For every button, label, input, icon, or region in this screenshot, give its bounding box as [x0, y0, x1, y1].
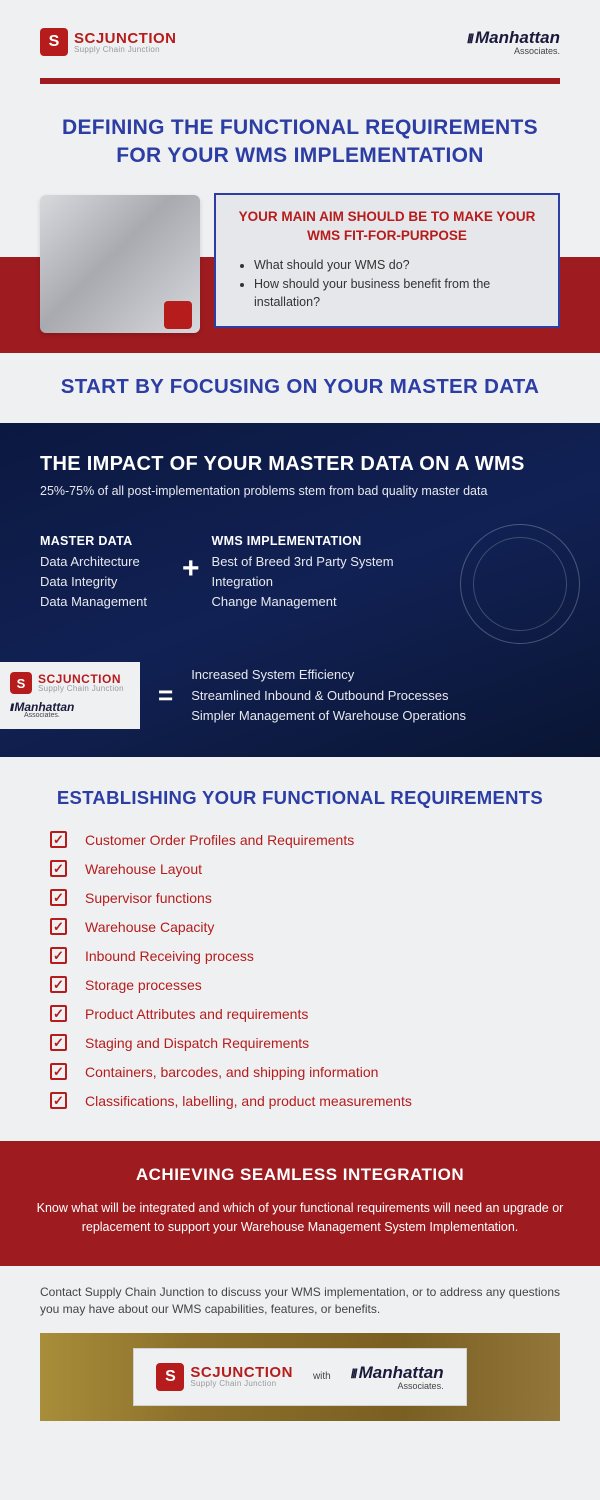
requirement-item: ✓ Storage processes	[50, 970, 550, 999]
integration-section: ACHIEVING SEAMLESS INTEGRATION Know what…	[0, 1141, 600, 1266]
check-icon: ✓	[50, 947, 67, 964]
requirements-list: ✓ Customer Order Profiles and Requirement…	[0, 825, 600, 1141]
check-icon: ✓	[50, 1092, 67, 1109]
impact-stat: 25%-75% of all post-implementation probl…	[40, 484, 560, 498]
check-icon: ✓	[50, 1063, 67, 1080]
aim-callout: YOUR MAIN AIM SHOULD BE TO MAKE YOUR WMS…	[214, 193, 560, 328]
footer-manhattan-logo: Manhattan Associates.	[351, 1363, 444, 1391]
requirement-item: ✓ Warehouse Capacity	[50, 912, 550, 941]
requirement-item: ✓ Containers, barcodes, and shipping info…	[50, 1057, 550, 1086]
scj-logo-tagline: Supply Chain Junction	[74, 46, 177, 54]
requirement-item: ✓ Customer Order Profiles and Requirement…	[50, 825, 550, 854]
impact-section: THE IMPACT OF YOUR MASTER DATA ON A WMS …	[0, 423, 600, 757]
manhattan-logo-name: Manhattan	[467, 28, 560, 47]
aim-bullet: How should your business benefit from th…	[254, 275, 542, 313]
manhattan-logo: Manhattan Associates.	[467, 28, 560, 56]
footer-scj-logo: S SCJUNCTION Supply Chain Junction	[156, 1363, 293, 1391]
scj-logo-mark: S	[40, 28, 68, 56]
requirement-label: Inbound Receiving process	[85, 948, 254, 964]
aim-heading: YOUR MAIN AIM SHOULD BE TO MAKE YOUR WMS…	[232, 207, 542, 246]
integration-body: Know what will be integrated and which o…	[36, 1199, 564, 1238]
requirement-label: Containers, barcodes, and shipping infor…	[85, 1064, 378, 1080]
requirement-label: Warehouse Capacity	[85, 919, 214, 935]
master-data-heading: MASTER DATA	[40, 534, 170, 548]
requirement-item: ✓ Staging and Dispatch Requirements	[50, 1028, 550, 1057]
contact-text: Contact Supply Chain Junction to discuss…	[0, 1266, 600, 1333]
aim-bullet: What should your WMS do?	[254, 256, 542, 275]
scj-logo: S SCJUNCTION Supply Chain Junction	[40, 28, 177, 56]
requirement-label: Classifications, labelling, and product …	[85, 1093, 412, 1109]
footer-banner: S SCJUNCTION Supply Chain Junction with …	[40, 1333, 560, 1421]
establish-heading: ESTABLISHING YOUR FUNCTIONAL REQUIREMENT…	[0, 757, 600, 825]
check-icon: ✓	[50, 1005, 67, 1022]
check-icon: ✓	[50, 889, 67, 906]
check-icon: ✓	[50, 918, 67, 935]
requirement-item: ✓ Classifications, labelling, and product…	[50, 1086, 550, 1115]
manhattan-logo-tag: Associates.	[467, 46, 560, 56]
check-icon: ✓	[50, 831, 67, 848]
footer-with: with	[313, 1371, 331, 1382]
plus-icon: +	[182, 552, 200, 586]
requirement-label: Product Attributes and requirements	[85, 1006, 308, 1022]
header: S SCJUNCTION Supply Chain Junction Manha…	[0, 0, 600, 66]
scj-logo-name: SCJUNCTION	[74, 31, 177, 46]
requirement-label: Supervisor functions	[85, 890, 212, 906]
requirement-item: ✓ Inbound Receiving process	[50, 941, 550, 970]
integration-title: ACHIEVING SEAMLESS INTEGRATION	[36, 1165, 564, 1185]
requirement-label: Customer Order Profiles and Requirements	[85, 832, 354, 848]
orbit-icon	[443, 507, 597, 661]
requirement-item: ✓ Supervisor functions	[50, 883, 550, 912]
aim-section: YOUR MAIN AIM SHOULD BE TO MAKE YOUR WMS…	[0, 193, 600, 361]
requirement-label: Storage processes	[85, 977, 202, 993]
mini-logos: S SCJUNCTION Supply Chain Junction Manha…	[0, 662, 140, 729]
equals-icon: =	[158, 680, 173, 711]
check-icon: ✓	[50, 1034, 67, 1051]
impact-results: Increased System Efficiency Streamlined …	[191, 665, 466, 725]
requirement-label: Warehouse Layout	[85, 861, 202, 877]
check-icon: ✓	[50, 976, 67, 993]
requirement-item: ✓ Warehouse Layout	[50, 854, 550, 883]
requirement-item: ✓ Product Attributes and requirements	[50, 999, 550, 1028]
check-icon: ✓	[50, 860, 67, 877]
requirement-label: Staging and Dispatch Requirements	[85, 1035, 309, 1051]
page-title: DEFINING THE FUNCTIONAL REQUIREMENTS FOR…	[0, 84, 600, 193]
master-data-body: Data Architecture Data Integrity Data Ma…	[40, 552, 170, 612]
focus-heading: START BY FOCUSING ON YOUR MASTER DATA	[0, 361, 600, 423]
impact-title: THE IMPACT OF YOUR MASTER DATA ON A WMS	[40, 453, 560, 476]
aim-bullet-list: What should your WMS do? How should your…	[232, 256, 542, 312]
warehouse-image	[40, 195, 200, 333]
